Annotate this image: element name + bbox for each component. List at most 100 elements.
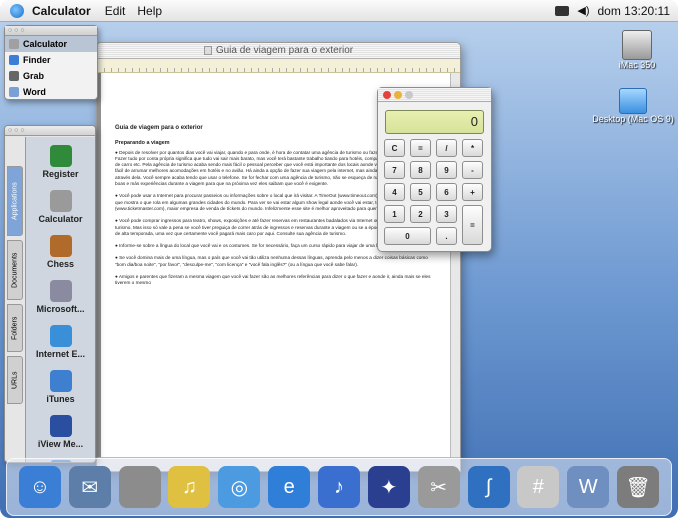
calculator-icon[interactable]: # bbox=[517, 466, 560, 508]
calculator-icon bbox=[9, 39, 19, 49]
internet-explorer-icon[interactable]: e bbox=[268, 466, 311, 508]
apple-menu-icon[interactable] bbox=[10, 3, 24, 18]
folder-glyph bbox=[619, 88, 647, 114]
launcher-drawer: ○ ○ ○ Applications Documents Folders URLs R… bbox=[4, 125, 96, 463]
word-icon[interactable]: W bbox=[567, 466, 610, 508]
calc-key[interactable]: 0 bbox=[384, 227, 431, 245]
app-switcher: ○ ○ ○ Calculator Finder Grab Word bbox=[4, 25, 98, 100]
drawer-item[interactable]: Calculator bbox=[26, 182, 95, 227]
desktop-folder-label: Desktop (Mac OS 9) bbox=[592, 114, 674, 124]
calc-key[interactable]: 9 bbox=[436, 161, 457, 179]
calc-key[interactable]: 6 bbox=[436, 183, 457, 201]
dock: ☺ ✉ ♫ ◎ e ♪ ✦ ✂ ∫ # W 🗑 bbox=[6, 458, 672, 516]
itunes-note-icon[interactable]: ♪ bbox=[317, 466, 360, 508]
calc-key[interactable]: 8 bbox=[410, 161, 431, 179]
drawer-item-label: Calculator bbox=[38, 214, 83, 224]
switcher-item-label: Word bbox=[23, 87, 46, 97]
hard-disk-icon[interactable]: iMac 350 bbox=[606, 30, 668, 70]
app-icon bbox=[49, 235, 72, 257]
zoom-button[interactable] bbox=[405, 90, 413, 99]
drawer-tab-documents[interactable]: Documents bbox=[7, 240, 23, 300]
drawer-item[interactable]: iTunes bbox=[26, 362, 95, 407]
iview-icon[interactable]: ✦ bbox=[367, 466, 410, 508]
drawer-item[interactable]: Register bbox=[26, 137, 95, 182]
document-icon bbox=[203, 46, 212, 55]
display-icon[interactable] bbox=[555, 5, 570, 16]
calc-key[interactable]: 3 bbox=[436, 205, 457, 223]
calc-key[interactable]: + bbox=[462, 183, 483, 201]
mail-icon[interactable]: ✉ bbox=[68, 466, 111, 508]
menu-help[interactable]: Help bbox=[137, 4, 162, 18]
calc-key[interactable]: * bbox=[462, 139, 483, 157]
drawer-item-label: Register bbox=[42, 169, 79, 179]
close-button[interactable] bbox=[383, 90, 391, 99]
drawer-item-label: Internet E... bbox=[35, 349, 85, 359]
drawer-item[interactable]: iView Me... bbox=[26, 407, 95, 452]
app-icon bbox=[49, 280, 72, 302]
menu-edit[interactable]: Edit bbox=[105, 4, 126, 18]
switcher-item-label: Calculator bbox=[23, 39, 68, 49]
trash-icon[interactable]: 🗑 bbox=[617, 466, 660, 508]
drawer-tab-folders[interactable]: Folders bbox=[7, 304, 23, 352]
drawer-item[interactable]: Chess bbox=[26, 227, 95, 272]
switcher-titlebar[interactable]: ○ ○ ○ bbox=[5, 26, 97, 36]
drawer-item[interactable]: Internet E... bbox=[26, 317, 95, 362]
switcher-item-label: Finder bbox=[23, 55, 51, 65]
switcher-item-word[interactable]: Word bbox=[5, 84, 97, 100]
system-prefs-icon[interactable] bbox=[118, 466, 161, 508]
desktop-folder-icon[interactable]: Desktop (Mac OS 9) bbox=[590, 88, 676, 124]
paragraph: ● Se você domina mais de uma língua, mas… bbox=[115, 255, 428, 267]
hard-disk-label: iMac 350 bbox=[618, 60, 656, 70]
app-icon bbox=[49, 325, 72, 347]
paragraph: ● Amigos e parentes que fizeram a mesma … bbox=[115, 274, 431, 286]
drawer-tab-applications[interactable]: Applications bbox=[7, 166, 23, 236]
drawer-item[interactable]: Microsoft... bbox=[26, 272, 95, 317]
quicktime-icon[interactable]: ◎ bbox=[218, 466, 261, 508]
grab-icon bbox=[9, 71, 19, 81]
drawer-item-label: iTunes bbox=[46, 394, 75, 404]
app-icon bbox=[49, 370, 72, 392]
itunes-icon[interactable]: ♫ bbox=[168, 466, 211, 508]
volume-icon[interactable]: ◀) bbox=[577, 4, 589, 17]
minimize-button[interactable] bbox=[394, 90, 402, 99]
calc-key[interactable]: = bbox=[462, 205, 483, 245]
menu-clock[interactable]: dom 13:20:11 bbox=[598, 4, 671, 18]
calc-key[interactable]: - bbox=[462, 161, 483, 179]
calc-key[interactable]: = bbox=[410, 139, 431, 157]
calculator-display: 0 bbox=[385, 110, 484, 134]
calc-key[interactable]: 7 bbox=[384, 161, 405, 179]
calc-key[interactable]: . bbox=[436, 227, 457, 245]
drawer-item-label: Chess bbox=[46, 259, 74, 269]
finder-icon[interactable]: ☺ bbox=[18, 466, 61, 508]
calc-key[interactable]: / bbox=[436, 139, 457, 157]
script-icon[interactable]: ∫ bbox=[467, 466, 510, 508]
document-titlebar[interactable]: Guia de viagem para o exterior bbox=[97, 43, 460, 59]
calc-key[interactable]: 5 bbox=[410, 183, 431, 201]
switcher-item-finder[interactable]: Finder bbox=[5, 52, 97, 68]
desktop: Calculator Edit Help ◀) dom 13:20:11 iMa… bbox=[0, 0, 678, 518]
calculator-keypad: C = / * 7 8 9- 4 5 6 +1 2 3 = 0. bbox=[384, 139, 487, 247]
switcher-item-label: Grab bbox=[23, 71, 45, 81]
drawer-item-label: iView Me... bbox=[37, 439, 84, 449]
calc-key[interactable]: 2 bbox=[410, 205, 431, 223]
word-icon bbox=[9, 87, 19, 97]
hard-disk-glyph bbox=[622, 30, 652, 60]
calculator-titlebar[interactable] bbox=[378, 88, 491, 102]
switcher-item-calculator[interactable]: Calculator bbox=[5, 36, 97, 52]
app-icon bbox=[49, 190, 72, 212]
calc-key[interactable]: 1 bbox=[384, 205, 405, 223]
drawer-tabs: Applications Documents Folders URLs bbox=[7, 166, 23, 408]
calculator-window[interactable]: 0 C = / * 7 8 9- 4 5 6 +1 2 3 = 0. bbox=[377, 87, 492, 252]
grab-icon[interactable]: ✂ bbox=[417, 466, 460, 508]
drawer-item-label: Microsoft... bbox=[36, 304, 85, 314]
drawer-items: Register Calculator Chess Microsoft... Inter… bbox=[25, 137, 95, 462]
calc-key[interactable]: 4 bbox=[384, 183, 405, 201]
app-icon bbox=[49, 415, 72, 437]
document-title: Guia de viagem para o exterior bbox=[215, 45, 354, 56]
drawer-tab-urls[interactable]: URLs bbox=[7, 356, 23, 404]
calc-key[interactable]: C bbox=[384, 139, 405, 157]
app-menu[interactable]: Calculator bbox=[32, 4, 91, 18]
drawer-titlebar[interactable]: ○ ○ ○ bbox=[5, 126, 95, 136]
ruler[interactable] bbox=[97, 59, 460, 73]
switcher-item-grab[interactable]: Grab bbox=[5, 68, 97, 84]
